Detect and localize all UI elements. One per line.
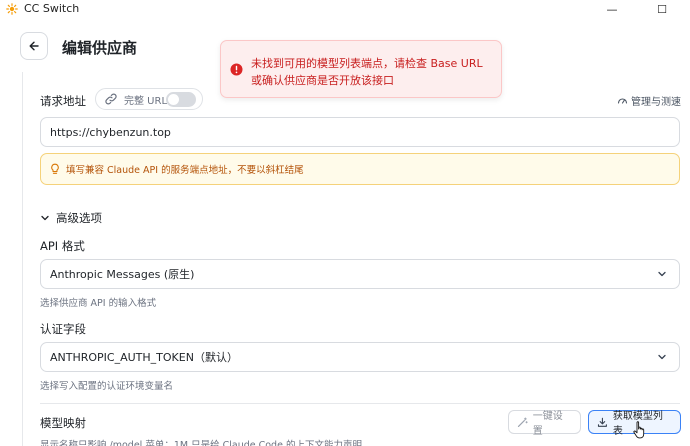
request-url-label: 请求地址 <box>40 94 86 108</box>
auth-field-hint: 选择写入配置的认证环境变量名 <box>40 381 174 392</box>
hand-cursor-icon <box>633 421 645 439</box>
one-click-setup-label: 一键设置 <box>532 411 563 437</box>
api-format-hint: 选择供应商 API 的输入格式 <box>40 298 157 309</box>
arrow-left-icon <box>29 41 39 51</box>
url-warning-text: 填写兼容 Claude API 的服务端点地址，不要以斜杠结尾 <box>66 165 304 176</box>
full-url-label: 完整 URL <box>124 95 168 107</box>
title-bar: CC Switch — ☐ <box>0 0 690 18</box>
manage-link-label: 管理与测速 <box>631 97 681 108</box>
content-border <box>22 72 23 446</box>
page-title: 编辑供应商 <box>62 39 138 57</box>
app-logo-icon <box>6 3 18 15</box>
api-format-label: API 格式 <box>40 239 85 253</box>
manage-and-speedtest-link[interactable]: 管理与测速 <box>617 93 681 108</box>
model-mapping-label: 模型映射 <box>40 416 86 430</box>
download-icon <box>597 417 607 427</box>
request-url-input[interactable]: https://chybenzun.top <box>40 117 680 147</box>
window-title: CC Switch <box>24 2 80 15</box>
auth-field-value: ANTHROPIC_AUTH_TOKEN（默认） <box>50 351 238 364</box>
api-format-select[interactable]: Anthropic Messages (原生) <box>40 259 680 289</box>
full-url-switch[interactable] <box>166 92 196 107</box>
link-icon <box>105 93 117 105</box>
back-button[interactable] <box>20 32 48 60</box>
url-warning: 填写兼容 Claude API 的服务端点地址，不要以斜杠结尾 <box>40 153 680 185</box>
section-divider <box>40 403 680 404</box>
chevron-down-icon <box>658 271 666 277</box>
advanced-options-label: 高级选项 <box>56 211 102 225</box>
error-circle-icon <box>230 63 243 76</box>
one-click-setup-button[interactable]: 一键设置 <box>508 410 581 437</box>
auth-field-select[interactable]: ANTHROPIC_AUTH_TOKEN（默认） <box>40 342 680 372</box>
advanced-options-toggle[interactable]: 高级选项 <box>40 210 102 226</box>
api-format-value: Anthropic Messages (原生) <box>50 268 195 281</box>
switch-knob <box>168 94 179 105</box>
wand-icon <box>517 416 528 427</box>
model-mapping-hint: 显示名称只影响 /model 菜单；1M 只是给 Claude Code 的上下… <box>40 440 362 446</box>
maximize-button[interactable]: ☐ <box>642 0 682 18</box>
minimize-button[interactable]: — <box>592 0 632 18</box>
lightbulb-icon <box>51 163 59 174</box>
chevron-down-icon <box>41 215 49 221</box>
toast-message-line-2: 或确认供应商是否开放该接口 <box>251 74 394 87</box>
chevron-down-icon <box>658 354 666 360</box>
error-toast: 未找到可用的模型列表端点，请检查 Base URL 或确认供应商是否开放该接口 <box>220 40 502 98</box>
auth-field-label: 认证字段 <box>40 322 86 336</box>
gauge-icon <box>617 98 628 104</box>
full-url-toggle[interactable]: 完整 URL <box>95 88 203 110</box>
toast-message-line-1: 未找到可用的模型列表端点，请检查 Base URL <box>251 57 483 70</box>
